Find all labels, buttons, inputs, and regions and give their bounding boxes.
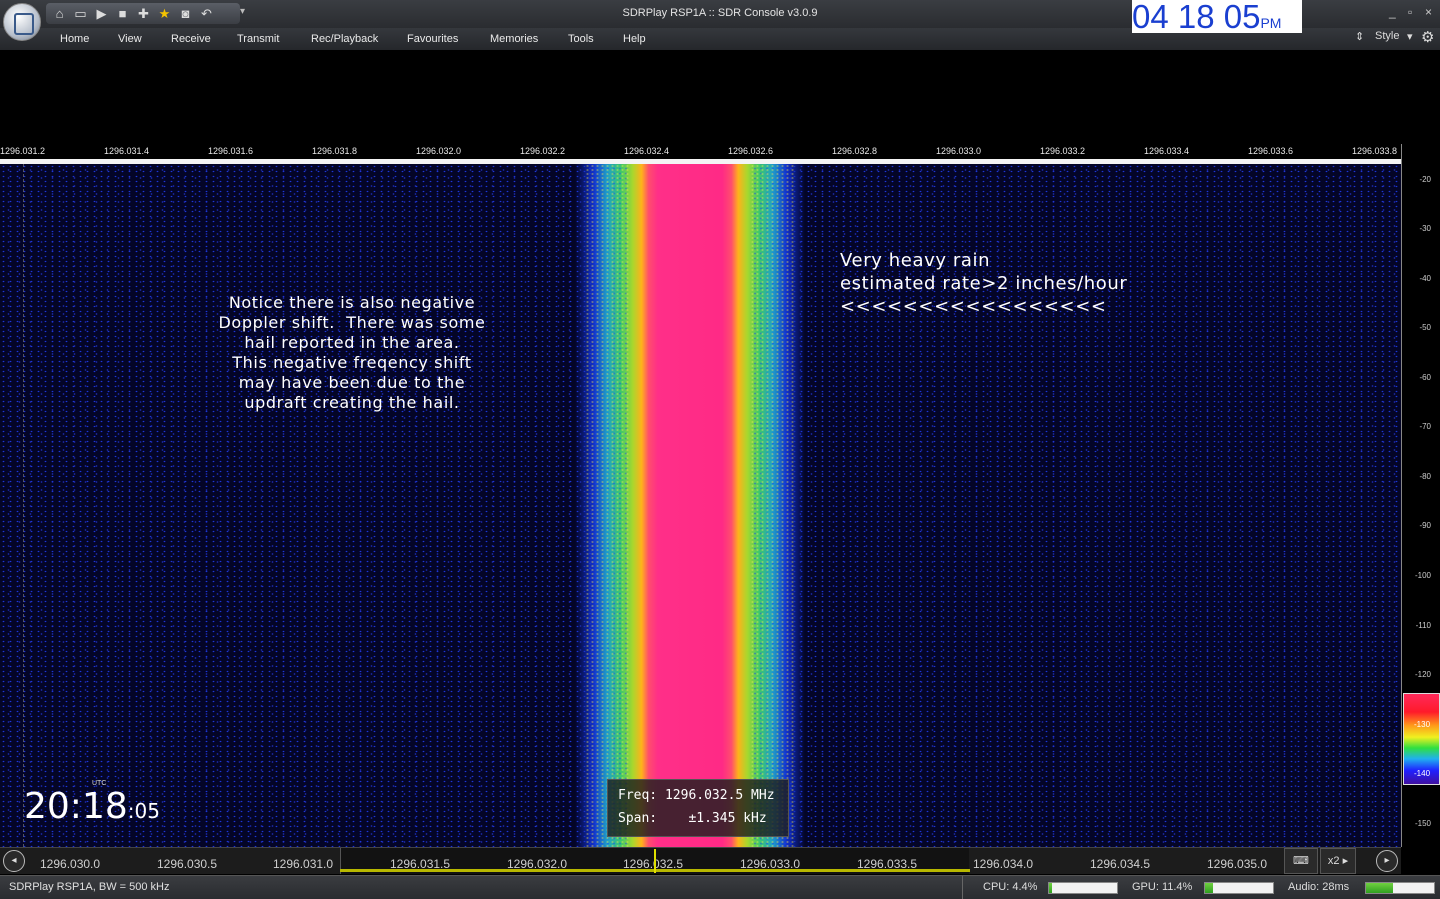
gpu-usage: GPU: 11.4% xyxy=(1132,881,1193,893)
menu-view[interactable]: View xyxy=(118,33,142,45)
audio-meter xyxy=(1365,882,1435,894)
level-label: -110 xyxy=(1415,621,1431,630)
level-label: -60 xyxy=(1419,373,1431,382)
overview-tick: 1296.035.0 xyxy=(1207,857,1268,871)
freq-tick: 1296.032.4 xyxy=(624,146,670,156)
utc-hours-minutes: 20:18 xyxy=(24,786,128,827)
freq-tick: 1296.033.4 xyxy=(1144,146,1190,156)
cursor-span: Span: ±1.345 kHz xyxy=(618,811,767,826)
waterfall-color-range[interactable]: -130 -140 xyxy=(1403,693,1440,785)
zoom-button[interactable]: x2 ▸ xyxy=(1320,848,1356,874)
minimize-button[interactable]: _ xyxy=(1389,5,1396,19)
scroll-left-icon[interactable]: ◂ xyxy=(3,850,25,872)
level-label: -50 xyxy=(1419,323,1431,332)
close-button[interactable]: × xyxy=(1425,5,1432,19)
maximize-button[interactable]: ▫ xyxy=(1408,5,1412,19)
menu-transmit[interactable]: Transmit xyxy=(237,33,279,45)
status-separator xyxy=(962,876,963,899)
gpu-meter xyxy=(1204,882,1274,894)
level-label: -20 xyxy=(1419,175,1431,184)
clock-ampm: PM xyxy=(1260,15,1282,31)
overview-tick: 1296.030.5 xyxy=(157,857,218,871)
freq-tick: 1296.032.0 xyxy=(416,146,462,156)
signal-band-edge-left xyxy=(585,164,630,847)
freq-tick: 1296.031.6 xyxy=(208,146,254,156)
colorbar-label: -140 xyxy=(1414,769,1431,778)
freq-tick: 1296.033.8 xyxy=(1352,146,1398,156)
frequency-axis[interactable]: 1296.031.2 1296.031.4 1296.031.6 1296.03… xyxy=(0,144,1401,158)
overview-tick: 1296.034.5 xyxy=(1090,857,1151,871)
style-dropdown-icon[interactable]: ▾ xyxy=(1407,30,1413,43)
signal-band-edge-right xyxy=(750,164,795,847)
level-label: -40 xyxy=(1419,274,1431,283)
utc-clock: 20:18:05 xyxy=(24,786,160,827)
overview-tick: 1296.031.0 xyxy=(273,857,334,871)
status-bar: SDRPlay RSP1A, BW = 500 kHz CPU: 4.4% GP… xyxy=(0,875,1440,899)
freq-tick: 1296.032.2 xyxy=(520,146,566,156)
cpu-meter-fill xyxy=(1049,883,1052,893)
overview-tick: 1296.030.0 xyxy=(40,857,101,871)
menu-help[interactable]: Help xyxy=(623,33,646,45)
audio-meter-fill xyxy=(1366,883,1394,893)
level-label: -90 xyxy=(1419,521,1431,530)
menu-tools[interactable]: Tools xyxy=(568,33,594,45)
waterfall-display[interactable] xyxy=(0,164,1401,847)
marker-line xyxy=(23,164,24,847)
level-label: -120 xyxy=(1414,670,1431,679)
annotation-heavy-rain: Very heavy rain estimated rate>2 inches/… xyxy=(840,250,1128,317)
annotation-hail-doppler: Notice there is also negative Doppler sh… xyxy=(218,293,486,412)
cpu-usage: CPU: 4.4% xyxy=(983,881,1038,893)
device-status: SDRPlay RSP1A, BW = 500 kHz xyxy=(9,881,170,893)
zoom-arrow-icon: ▸ xyxy=(1342,855,1349,867)
freq-tick: 1296.032.8 xyxy=(832,146,878,156)
level-label: -100 xyxy=(1414,571,1431,580)
gpu-meter-fill xyxy=(1205,883,1213,893)
style-menu[interactable]: Style xyxy=(1375,30,1399,42)
digital-clock: 04 18 05PM xyxy=(1132,0,1302,33)
menu-memories[interactable]: Memories xyxy=(490,33,538,45)
colorbar-label: -130 xyxy=(1414,720,1431,729)
level-label: -30 xyxy=(1419,224,1431,233)
zoom-label: x2 xyxy=(1327,855,1340,867)
freq-tick: 1296.033.6 xyxy=(1248,146,1294,156)
menu-rec-playback[interactable]: Rec/Playback xyxy=(311,33,378,45)
freq-tick: 1296.031.2 xyxy=(0,146,46,156)
utc-seconds: :05 xyxy=(127,799,160,823)
freq-tick: 1296.033.0 xyxy=(936,146,982,156)
audio-latency: Audio: 28ms xyxy=(1288,881,1350,893)
freq-tick: 1296.032.6 xyxy=(728,146,774,156)
overview-cursor-marker[interactable] xyxy=(654,849,656,873)
freq-tick: 1296.033.2 xyxy=(1040,146,1086,156)
menu-home[interactable]: Home xyxy=(60,33,89,45)
sort-arrows-icon[interactable]: ⇕ xyxy=(1355,30,1364,43)
freq-tick: 1296.031.4 xyxy=(104,146,150,156)
level-label: -80 xyxy=(1419,472,1431,481)
overview-tick: 1296.034.0 xyxy=(973,857,1034,871)
scroll-right-icon[interactable]: ▸ xyxy=(1376,850,1398,872)
application-menu-button[interactable] xyxy=(3,3,41,41)
cpu-meter xyxy=(1048,882,1118,894)
clock-time: 04 18 05 xyxy=(1132,0,1261,35)
settings-gear-icon[interactable]: ⚙ xyxy=(1421,28,1434,46)
menu-receive[interactable]: Receive xyxy=(171,33,211,45)
cursor-info-box: Freq: 1296.032.5 MHz Span: ±1.345 kHz xyxy=(607,779,789,837)
level-label: -70 xyxy=(1419,422,1431,431)
freq-tick: 1296.031.8 xyxy=(312,146,358,156)
level-label: -150 xyxy=(1414,819,1431,828)
menu-favourites[interactable]: Favourites xyxy=(407,33,458,45)
cursor-frequency: Freq: 1296.032.5 MHz xyxy=(618,788,775,803)
keyboard-icon[interactable]: ⌨ xyxy=(1284,848,1318,874)
